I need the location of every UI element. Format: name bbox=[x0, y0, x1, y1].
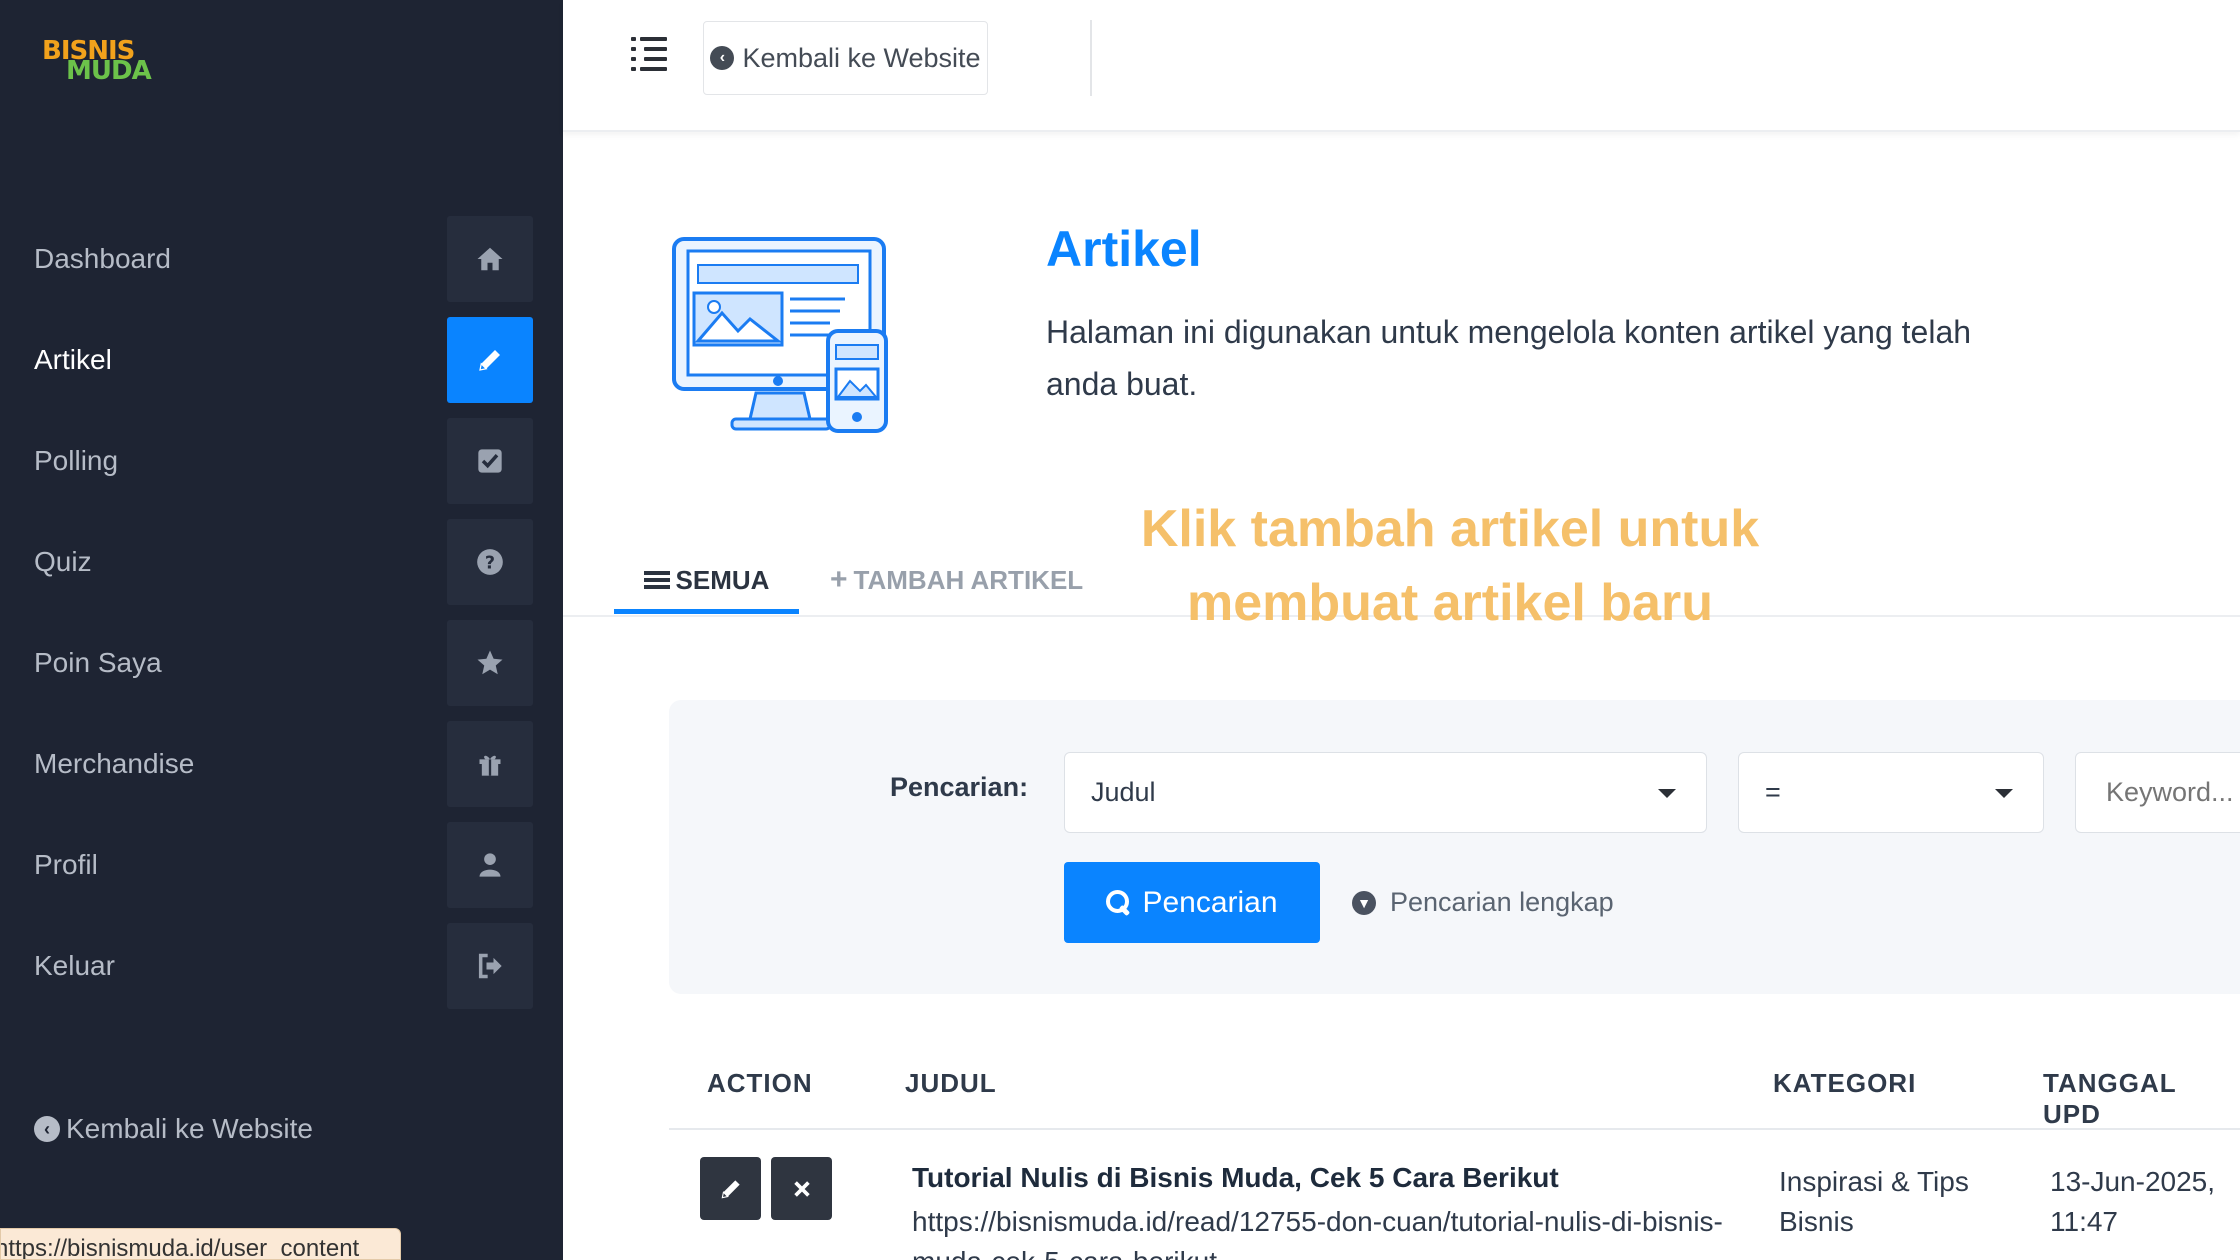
tutorial-callout-line2: membuat artikel baru bbox=[1187, 574, 1713, 632]
search-label: Pencarian: bbox=[890, 772, 1029, 802]
advanced-search-label: Pencarian lengkap bbox=[1390, 887, 1614, 917]
advanced-search-toggle[interactable]: ▼ Pencarian lengkap bbox=[1352, 887, 1614, 918]
user-icon bbox=[447, 822, 533, 908]
sidebar-item-polling[interactable]: Polling bbox=[0, 418, 533, 504]
sidebar-back-to-website-link[interactable]: ‹ Kembali ke Website bbox=[34, 1113, 313, 1145]
tutorial-callout: Klik tambah artikel untuk membuat artike… bbox=[1100, 492, 1800, 640]
tab-tambah-artikel-label: TAMBAH ARTIKEL bbox=[853, 564, 1084, 595]
column-header-tanggal[interactable]: TANGGAL UPD bbox=[2043, 1068, 2240, 1130]
search-operator-value: = bbox=[1765, 777, 1781, 807]
home-icon bbox=[447, 216, 533, 302]
tab-tambah-artikel[interactable]: + TAMBAH ARTIKEL bbox=[830, 545, 1083, 615]
pencil-icon bbox=[447, 317, 533, 403]
back-to-website-button[interactable]: ‹ Kembali ke Website bbox=[703, 21, 988, 95]
sidebar-item-quiz[interactable]: Quiz ? bbox=[0, 519, 533, 605]
sidebar-item-label: Poin Saya bbox=[34, 647, 162, 678]
sidebar-item-label: Polling bbox=[34, 445, 119, 476]
table-header-divider bbox=[669, 1128, 2240, 1130]
topbar: ‹ Kembali ke Website bbox=[563, 0, 2240, 132]
edit-button[interactable] bbox=[700, 1157, 761, 1220]
caret-down-icon bbox=[1995, 789, 2013, 798]
article-url: https://bisnismuda.id/read/12755-don-cua… bbox=[912, 1206, 1723, 1260]
tab-semua[interactable]: SEMUA bbox=[614, 545, 799, 615]
arrow-circle-left-icon: ‹ bbox=[710, 46, 735, 70]
article-title-link[interactable]: Tutorial Nulis di Bisnis Muda, Cek 5 Car… bbox=[912, 1162, 1559, 1194]
question-circle-icon: ? bbox=[447, 519, 533, 605]
sidebar-item-label: Quiz bbox=[34, 546, 92, 577]
sidebar-item-label: Profil bbox=[34, 849, 98, 880]
page-description: Halaman ini digunakan untuk mengelola ko… bbox=[1046, 314, 1972, 402]
topbar-divider bbox=[1090, 20, 1092, 96]
search-panel bbox=[669, 700, 2240, 994]
delete-button[interactable] bbox=[771, 1157, 832, 1220]
search-button-label: Pencarian bbox=[1142, 885, 1278, 919]
page-title: Artikel bbox=[1046, 221, 1202, 277]
tab-semua-label: SEMUA bbox=[675, 564, 770, 595]
back-to-website-label: Kembali ke Website bbox=[742, 42, 981, 73]
status-bar-url: https://bisnismuda.id/user_content bbox=[0, 1228, 401, 1260]
column-header-judul[interactable]: JUDUL bbox=[905, 1068, 997, 1099]
active-tab-indicator bbox=[614, 609, 799, 614]
brand-logo-line2: MUDA bbox=[66, 56, 152, 86]
search-field-select[interactable]: Judul bbox=[1064, 752, 1707, 833]
tutorial-callout-line1: Klik tambah artikel untuk bbox=[1140, 500, 1760, 558]
sidebar-item-label: Artikel bbox=[34, 344, 112, 375]
sidebar-item-label: Keluar bbox=[34, 950, 115, 981]
article-updated-date: 13-Jun-2025, 11:47 bbox=[2050, 1166, 2216, 1237]
plus-icon: + bbox=[830, 563, 848, 596]
sidebar-item-artikel[interactable]: Artikel bbox=[0, 317, 533, 403]
search-operator-select[interactable]: = bbox=[1738, 752, 2044, 833]
caret-down-icon bbox=[1658, 789, 1676, 798]
sidebar-item-merchandise[interactable]: Merchandise bbox=[0, 721, 533, 807]
search-field-value: Judul bbox=[1091, 777, 1156, 807]
chevron-down-circle-icon: ▼ bbox=[1352, 890, 1376, 915]
brand-logo[interactable]: BISNIS MUDA bbox=[42, 36, 152, 88]
sidebar-item-label: Dashboard bbox=[34, 243, 171, 274]
gift-icon bbox=[447, 721, 533, 807]
keyword-input[interactable] bbox=[2075, 752, 2240, 833]
sidebar-item-dashboard[interactable]: Dashboard bbox=[0, 216, 533, 302]
sign-out-icon bbox=[447, 923, 533, 1009]
sidebar-item-label: Merchandise bbox=[34, 748, 195, 779]
menu-toggle-icon[interactable] bbox=[631, 36, 671, 76]
column-header-kategori[interactable]: KATEGORI bbox=[1773, 1068, 1916, 1099]
sidebar: BISNIS MUDA Dashboard Artikel Polling Qu… bbox=[0, 0, 563, 1260]
sidebar-item-profil[interactable]: Profil bbox=[0, 822, 533, 908]
close-icon bbox=[793, 1180, 810, 1197]
arrow-circle-left-icon: ‹ bbox=[34, 1116, 60, 1142]
sidebar-item-keluar[interactable]: Keluar bbox=[0, 923, 533, 1009]
star-icon bbox=[447, 620, 533, 706]
search-button[interactable]: Pencarian bbox=[1064, 862, 1320, 943]
article-illustration bbox=[670, 235, 895, 435]
column-header-action: ACTION bbox=[707, 1068, 813, 1098]
search-icon bbox=[1106, 889, 1132, 916]
svg-text:?: ? bbox=[485, 553, 495, 573]
sidebar-item-poin-saya[interactable]: Poin Saya bbox=[0, 620, 533, 706]
check-square-icon bbox=[447, 418, 533, 504]
list-icon bbox=[643, 571, 670, 589]
article-category: Inspirasi & Tips Bisnis bbox=[1779, 1166, 1969, 1237]
pencil-icon bbox=[721, 1179, 740, 1198]
sidebar-back-label: Kembali ke Website bbox=[66, 1113, 313, 1144]
